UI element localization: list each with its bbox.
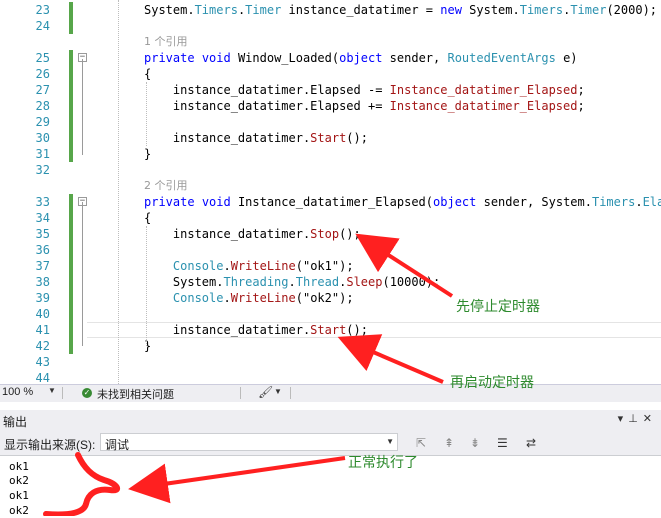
annotation-executed-normally: 正常执行了: [348, 455, 418, 471]
arrow-to-stop: [355, 233, 454, 298]
annotation-overlay: [43, 233, 454, 516]
annotation-stop-timer: 先停止定时器: [456, 299, 540, 315]
arrow-to-start: [337, 334, 444, 384]
annotation-restart-timer: 再启动定时器: [450, 375, 534, 391]
highlight-scribble: [43, 452, 121, 516]
arrow-to-output: [128, 456, 346, 504]
